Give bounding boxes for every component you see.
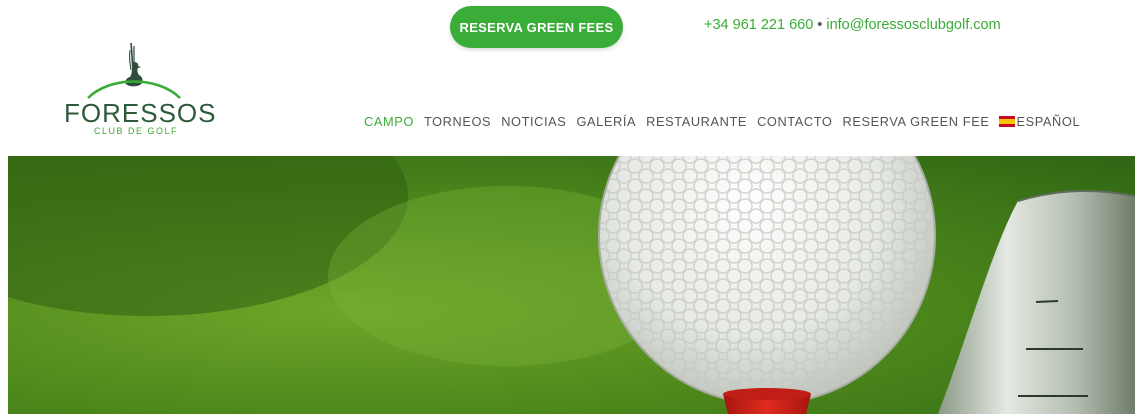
nav-item-noticias[interactable]: NOTICIAS — [501, 114, 566, 129]
nav-item-restaurante[interactable]: RESTAURANTE — [646, 114, 747, 129]
nav-item-contacto[interactable]: CONTACTO — [757, 114, 832, 129]
email-link[interactable]: info@foressosclubgolf.com — [826, 17, 1000, 33]
logo-subtitle: CLUB DE GOLF — [94, 126, 179, 136]
site-logo[interactable]: FORESSOS CLUB DE GOLF — [62, 40, 215, 140]
reserve-green-fees-button[interactable]: RESERVA GREEN FEES — [450, 6, 623, 48]
hero-banner — [8, 156, 1135, 414]
logo-name: FORESSOS — [64, 98, 217, 128]
spain-flag-icon — [999, 116, 1016, 127]
nav-item-reserva-green-fee[interactable]: RESERVA GREEN FEE — [842, 114, 989, 129]
main-nav: CAMPO TORNEOS NOTICIAS GALERÍA RESTAURAN… — [364, 114, 1080, 129]
nav-item-torneos[interactable]: TORNEOS — [424, 114, 491, 129]
language-label: ESPAÑOL — [1016, 114, 1081, 129]
golf-ball-image — [8, 156, 1135, 414]
nav-item-galeria[interactable]: GALERÍA — [576, 114, 636, 129]
phone-link[interactable]: +34 961 221 660 — [704, 17, 813, 33]
site-header: RESERVA GREEN FEES +34 961 221 660 • info@… — [0, 0, 1135, 156]
nav-item-campo[interactable]: CAMPO — [364, 114, 414, 129]
language-selector[interactable]: ESPAÑOL — [999, 114, 1080, 129]
contact-info: +34 961 221 660 • info@foressosclubgolf.co… — [704, 17, 1001, 33]
contact-separator: • — [817, 17, 823, 33]
